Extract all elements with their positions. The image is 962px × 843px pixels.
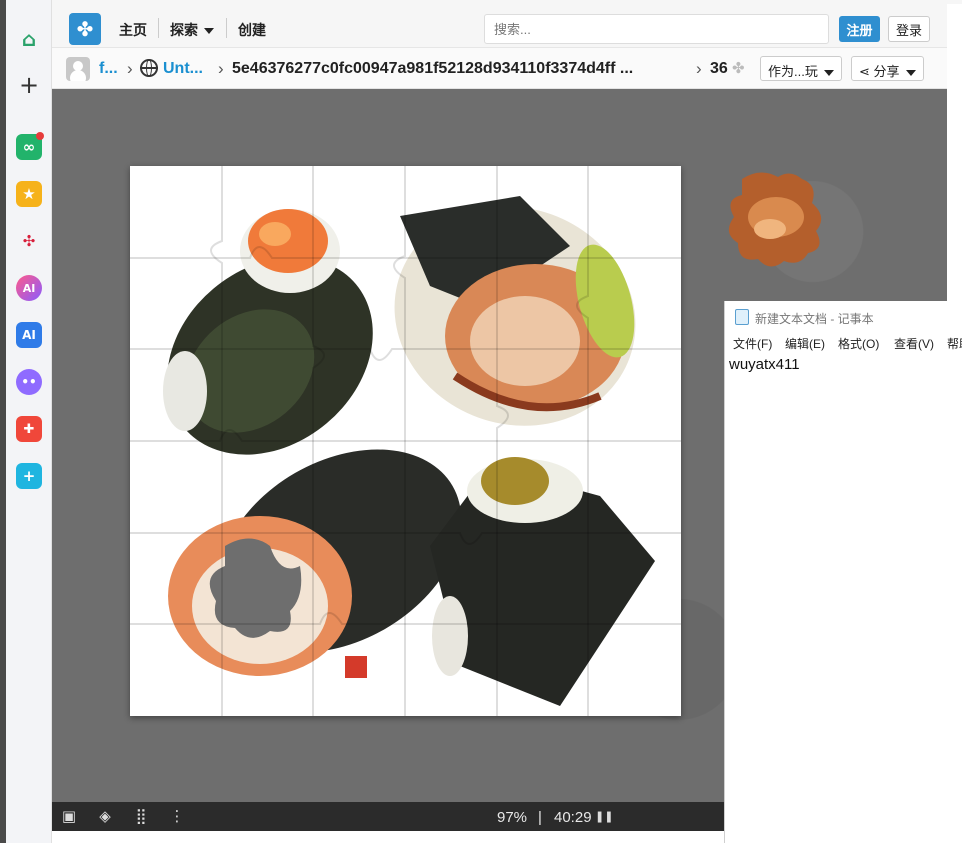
notepad-icon [735, 309, 749, 325]
grid-icon[interactable]: ⣿ [132, 808, 150, 826]
chevron-down-icon [204, 28, 214, 35]
share-icon: ⋖ [859, 64, 874, 79]
puzzle-image[interactable] [130, 166, 681, 716]
breadcrumb-puzzle-id: 5e46376277c0fc00947a981f52128d934110f337… [232, 60, 634, 77]
puzzle-logo-icon[interactable]: ✤ [69, 13, 101, 45]
avatar[interactable] [66, 57, 90, 81]
notification-dot [36, 132, 44, 140]
chevron-down-icon [905, 69, 916, 76]
onigiri-miso-topping [430, 457, 655, 706]
gamepad-app-icon[interactable]: ✚ [16, 416, 42, 442]
chevron-right-icon: › [127, 59, 133, 78]
pause-icon[interactable]: ❚❚ [595, 808, 613, 826]
breadcrumb-collection[interactable]: Unt... [163, 60, 203, 78]
nav-explore[interactable]: 探索 [170, 20, 214, 40]
notepad-title: 新建文本文档 - 记事本 [755, 312, 874, 326]
graph-app-icon[interactable]: ✣ [16, 228, 42, 254]
notepad-titlebar[interactable]: 新建文本文档 - 记事本 [725, 301, 962, 333]
menu-file[interactable]: 文件(F) [733, 335, 772, 352]
more-icon[interactable]: ⋮ [168, 808, 186, 826]
browser-sidebar: ⌂ + ∞ ★ ✣ AI AI •• ✚ + [6, 0, 52, 843]
chevron-down-icon [823, 69, 834, 76]
nav-create[interactable]: 创建 [238, 20, 266, 40]
chat-bot-app-icon[interactable]: •• [16, 369, 42, 395]
status-divider: | [538, 809, 542, 826]
play-as-dropdown[interactable]: 作为...玩 [760, 56, 842, 81]
plus-app-icon[interactable]: + [16, 463, 42, 489]
register-button[interactable]: 注册 [839, 16, 880, 42]
progress-percent: 97% [497, 809, 528, 826]
plus-icon[interactable]: + [16, 71, 42, 99]
chevron-right-icon: › [696, 59, 702, 78]
login-button[interactable]: 登录 [888, 16, 930, 42]
share-dropdown[interactable]: ⋖ 分享 [851, 56, 924, 81]
chevron-right-icon: › [218, 59, 224, 78]
globe-icon [140, 59, 158, 77]
nav-explore-label: 探索 [170, 22, 198, 38]
image-preview-icon[interactable]: ▣ [60, 808, 78, 826]
loose-puzzle-piece[interactable] [720, 167, 830, 277]
menu-help[interactable]: 帮助 [947, 335, 962, 352]
artist-seal [345, 656, 367, 678]
notepad-menu: 文件(F) 编辑(E) 格式(O) 查看(V) 帮助 [725, 333, 962, 352]
piece-count: 36 [710, 60, 728, 77]
ai-square-app-icon[interactable]: AI [16, 322, 42, 348]
star-app-icon[interactable]: ★ [16, 181, 42, 207]
puzzle-board[interactable] [130, 166, 681, 716]
breadcrumb: f... › Unt... › 5e46376277c0fc00947a981f… [52, 48, 947, 89]
menu-edit[interactable]: 编辑(E) [785, 335, 825, 352]
search-input[interactable] [484, 14, 829, 44]
puzzle-piece-icon: ✤ [732, 60, 745, 77]
play-as-label: 作为...玩 [768, 64, 818, 79]
ai-app-icon[interactable]: AI [16, 275, 42, 301]
notepad-window[interactable]: 新建文本文档 - 记事本 文件(F) 编辑(E) 格式(O) 查看(V) 帮助 … [724, 301, 962, 843]
onigiri-avocado-salmon [394, 196, 636, 426]
link-app-icon[interactable]: ∞ [16, 132, 44, 160]
nav-divider [158, 18, 159, 38]
breadcrumb-user[interactable]: f... [99, 60, 118, 78]
puzzle-toolbar: ▣ ◈ ⣿ ⋮ 97% | 40:29 ❚❚ [52, 802, 724, 831]
timer: 40:29 [554, 809, 592, 826]
site-header: ✤ 主页 探索 创建 注册 登录 [52, 4, 947, 48]
menu-view[interactable]: 查看(V) [894, 335, 934, 352]
nav-divider [226, 18, 227, 38]
ghost-icon[interactable]: ◈ [96, 808, 114, 826]
home-icon[interactable]: ⌂ [16, 26, 42, 52]
nav-home[interactable]: 主页 [119, 20, 147, 40]
share-label: 分享 [873, 64, 900, 79]
menu-format[interactable]: 格式(O) [838, 335, 879, 352]
notepad-text-area[interactable]: wuyatx411 [725, 352, 962, 373]
